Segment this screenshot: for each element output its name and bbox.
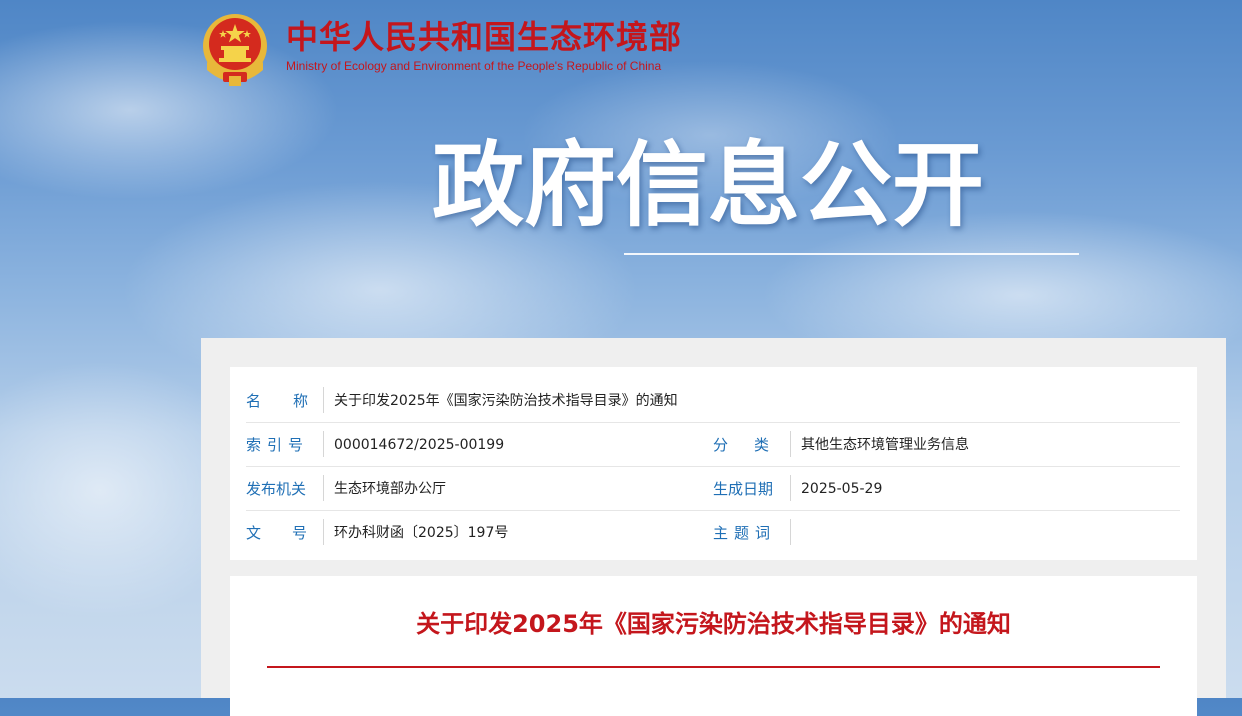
date-label: 生成日期 [713,480,774,498]
info-row-name: 名称 关于印发2025年《国家污染防治技术指导目录》的通知 [246,379,1180,423]
title-divider [267,666,1160,668]
banner-title: 政府信息公开 [432,132,985,239]
document-info-table: 名称 关于印发2025年《国家污染防治技术指导目录》的通知 索引号 000014… [230,367,1197,560]
info-row-issuer: 发布机关 生态环境部办公厅 生成日期 2025-05-29 [246,467,1180,511]
docno-value: 环办科财函〔2025〕197号 [334,525,509,541]
article-title: 关于印发2025年《国家污染防治技术指导目录》的通知 [416,610,1011,638]
docno-label: 文号 [246,524,339,542]
ministry-name-en: Ministry of Ecology and Environment of t… [286,59,662,73]
index-label: 索引号 [246,436,310,454]
ministry-name-cn: 中华人民共和国生态环境部 [286,18,683,56]
info-row-docno: 文号 环办科财函〔2025〕197号 主题词 [246,511,1180,554]
banner-underline [624,253,1079,255]
article-card: 关于印发2025年《国家污染防治技术指导目录》的通知 [230,576,1197,716]
name-value: 关于印发2025年《国家污染防治技术指导目录》的通知 [334,393,678,409]
issuer-value: 生态环境部办公厅 [334,481,446,497]
content-area: 名称 关于印发2025年《国家污染防治技术指导目录》的通知 索引号 000014… [201,338,1226,716]
info-row-index: 索引号 000014672/2025-00199 分类 其他生态环境管理业务信息 [246,423,1180,467]
category-label: 分类 [713,436,796,454]
category-value: 其他生态环境管理业务信息 [801,437,969,453]
name-label: 名称 [246,392,308,410]
date-value: 2025-05-29 [801,481,883,497]
national-emblem-icon [203,14,267,86]
subject-label: 主题词 [713,524,777,542]
index-value: 000014672/2025-00199 [334,437,505,453]
issuer-label: 发布机关 [246,480,307,498]
